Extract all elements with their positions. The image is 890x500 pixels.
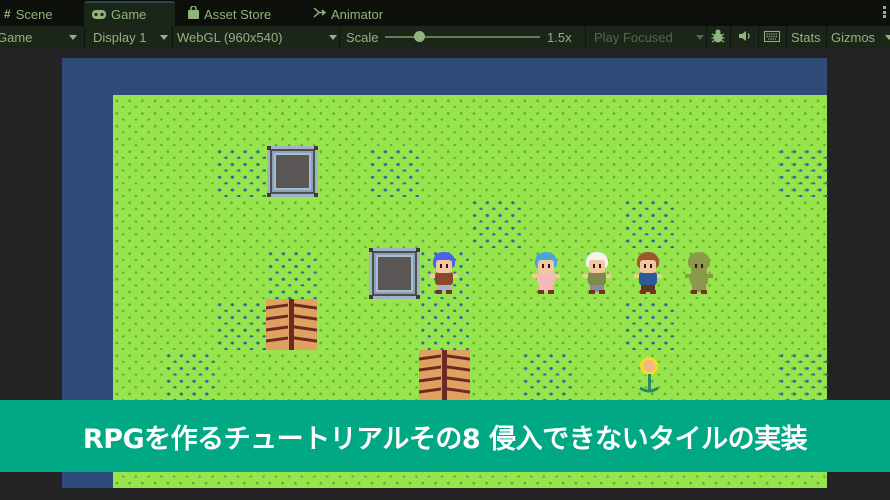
view-mode-value: Game xyxy=(0,29,33,45)
tab-asset-store[interactable]: Asset Store xyxy=(180,2,279,26)
banner-title: RPGを作るチュートリアルその8 侵入できないタイルの実装 xyxy=(82,423,808,455)
keyboard-icon xyxy=(764,30,780,45)
debug-bug-button[interactable] xyxy=(710,26,726,48)
stats-button[interactable]: Stats xyxy=(791,26,821,48)
play-mode-dropdown[interactable]: Play Focused xyxy=(594,26,704,48)
tall-grass-tile xyxy=(267,248,318,299)
divider xyxy=(339,26,340,48)
shopping-bag-icon xyxy=(188,5,199,22)
view-mode-dropdown[interactable]: Game xyxy=(0,26,79,48)
grid-hash-icon: # xyxy=(4,7,11,21)
divider xyxy=(758,26,759,48)
character-girl xyxy=(529,252,563,296)
divider xyxy=(826,26,827,48)
scale-slider-track[interactable] xyxy=(385,36,540,38)
resolution-value: WebGL (960x540) xyxy=(177,29,283,45)
tab-asset-store-label: Asset Store xyxy=(204,6,272,22)
animator-icon xyxy=(313,7,327,21)
speaker-icon xyxy=(738,30,752,45)
tall-grass-tile xyxy=(522,350,573,401)
editor-tab-bar: # Scene Game Asset Store Animator xyxy=(0,0,890,26)
tall-grass-tile xyxy=(419,299,470,350)
tall-grass-tile xyxy=(471,197,522,248)
game-view-toolbar: Game Display 1 WebGL (960x540) Scale 1.5… xyxy=(0,26,890,48)
more-options-icon[interactable] xyxy=(883,6,886,18)
divider xyxy=(786,26,787,48)
tree-stump-tile xyxy=(419,350,470,401)
resolution-dropdown[interactable]: WebGL (960x540) xyxy=(177,26,337,48)
divider xyxy=(585,26,586,48)
chevron-down-icon xyxy=(329,34,337,40)
display-dropdown[interactable]: Display 1 xyxy=(93,26,168,48)
tab-animator[interactable]: Animator xyxy=(305,2,391,26)
tall-grass-tile xyxy=(624,299,675,350)
mute-audio-button[interactable] xyxy=(738,26,752,48)
tall-grass-tile xyxy=(624,197,675,248)
divider xyxy=(172,26,173,48)
gizmos-dropdown[interactable] xyxy=(885,26,890,48)
unity-editor-window: # Scene Game Asset Store Animator Game D… xyxy=(0,0,890,500)
tree-stump-tile xyxy=(266,299,317,350)
rock-block-tile xyxy=(369,248,420,299)
divider xyxy=(730,26,731,48)
tab-scene[interactable]: # Scene xyxy=(0,2,61,26)
scale-value: 1.5x xyxy=(547,29,572,45)
tall-grass-tile xyxy=(216,299,267,350)
bug-icon xyxy=(710,28,726,47)
scale-label: Scale xyxy=(346,29,379,45)
title-banner: RPGを作るチュートリアルその8 侵入できないタイルの実装 xyxy=(0,400,890,472)
tab-scene-label: Scene xyxy=(15,6,53,22)
chevron-down-icon xyxy=(885,34,890,40)
tall-grass-tile xyxy=(216,146,267,197)
chevron-down-icon xyxy=(69,34,77,40)
sunflower-sprite xyxy=(634,356,664,394)
play-mode-value: Play Focused xyxy=(594,29,673,45)
chevron-down-icon xyxy=(160,34,168,40)
tab-game-label: Game xyxy=(111,7,147,22)
tall-grass-tile xyxy=(778,146,829,197)
divider xyxy=(706,26,707,48)
shortcuts-button[interactable] xyxy=(764,26,780,48)
tab-animator-label: Animator xyxy=(331,6,384,22)
gizmos-button[interactable]: Gizmos xyxy=(831,26,875,48)
character-player xyxy=(427,252,461,296)
character-old-man xyxy=(580,252,614,296)
chevron-down-icon xyxy=(696,34,704,40)
gamepad-icon xyxy=(92,8,106,22)
scale-slider-handle[interactable] xyxy=(414,31,426,42)
tall-grass-tile xyxy=(165,350,216,401)
character-boy xyxy=(631,252,665,296)
rock-block-tile xyxy=(267,146,318,197)
tall-grass-tile xyxy=(778,350,829,401)
character-goblin xyxy=(682,252,716,296)
tall-grass-tile xyxy=(369,146,420,197)
divider xyxy=(84,26,85,48)
display-value: Display 1 xyxy=(93,29,147,45)
tab-game[interactable]: Game xyxy=(84,1,175,26)
